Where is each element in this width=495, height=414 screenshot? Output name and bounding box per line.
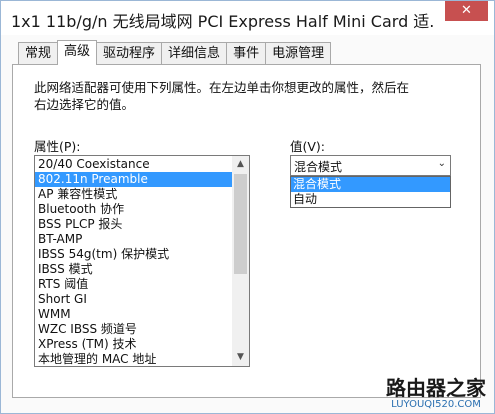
value-dropdown-list: 混合模式 自动 bbox=[290, 176, 451, 208]
property-listbox[interactable]: 20/40 Coexistance 802.11n Preamble AP 兼容性模… bbox=[34, 155, 250, 367]
scroll-thumb[interactable] bbox=[234, 174, 247, 274]
property-list: 20/40 Coexistance 802.11n Preamble AP 兼容性模… bbox=[35, 157, 233, 366]
property-list-item[interactable]: IBSS 模式 bbox=[35, 262, 233, 277]
title-bar[interactable]: 1x1 11b/g/n 无线局域网 PCI Express Half Mini … bbox=[1, 1, 494, 35]
description-text: 此网络适配器可使用下列属性。在左边单击你想更改的属性，然后在右边选择它的值。 bbox=[34, 80, 410, 112]
value-select-current: 混合模式 bbox=[294, 160, 343, 174]
property-list-item[interactable]: AP 兼容性模式 bbox=[35, 187, 233, 202]
property-list-item[interactable]: 20/40 Coexistance bbox=[35, 157, 233, 172]
value-option[interactable]: 混合模式 bbox=[291, 177, 450, 192]
value-option[interactable]: 自动 bbox=[291, 192, 450, 207]
property-list-item[interactable]: IBSS 54g(tm) 保护模式 bbox=[35, 247, 233, 262]
watermark-sub: LUYOUQI520.COM bbox=[391, 399, 481, 410]
tab-power-management[interactable]: 电源管理 bbox=[265, 42, 332, 65]
tab-general[interactable]: 常规 bbox=[18, 42, 59, 65]
scroll-up-icon[interactable]: ▲ bbox=[232, 156, 249, 173]
chevron-down-icon: ⌄ bbox=[437, 158, 446, 169]
property-list-item[interactable]: Bluetooth 协作 bbox=[35, 202, 233, 217]
tab-events[interactable]: 事件 bbox=[226, 42, 267, 65]
property-list-item[interactable]: RTS 阈值 bbox=[35, 277, 233, 292]
property-label: 属性(P): bbox=[34, 139, 81, 154]
property-list-item[interactable]: WMM bbox=[35, 307, 233, 322]
tab-advanced[interactable]: 高级 bbox=[57, 40, 98, 65]
property-list-item[interactable]: XPress (TM) 技术 bbox=[35, 337, 233, 352]
property-list-item[interactable]: WZC IBSS 频道号 bbox=[35, 322, 233, 337]
watermark-logo: 路由器之家 LUYOUQI520.COM bbox=[386, 377, 486, 411]
property-list-item[interactable]: BT-AMP bbox=[35, 232, 233, 247]
tab-details[interactable]: 详细信息 bbox=[161, 42, 228, 65]
value-label: 值(V): bbox=[290, 139, 326, 154]
watermark-main: 路由器之家 bbox=[386, 376, 486, 400]
properties-dialog: 1x1 11b/g/n 无线局域网 PCI Express Half Mini … bbox=[0, 0, 495, 414]
close-icon: ✕ bbox=[461, 3, 472, 18]
property-list-item[interactable]: Short GI bbox=[35, 292, 233, 307]
close-button[interactable]: ✕ bbox=[445, 1, 488, 21]
scroll-down-icon[interactable]: ▼ bbox=[232, 349, 249, 366]
property-list-item[interactable]: 本地管理的 MAC 地址 bbox=[35, 352, 233, 366]
property-scrollbar[interactable]: ▲ ▼ bbox=[232, 156, 249, 366]
value-select[interactable]: 混合模式 ⌄ bbox=[290, 155, 451, 176]
property-list-item[interactable]: 802.11n Preamble bbox=[35, 172, 233, 187]
advanced-panel: 此网络适配器可使用下列属性。在左边单击你想更改的属性，然后在右边选择它的值。 属… bbox=[12, 64, 481, 398]
tab-driver[interactable]: 驱动程序 bbox=[96, 42, 163, 65]
window-title: 1x1 11b/g/n 无线局域网 PCI Express Half Mini … bbox=[11, 12, 436, 31]
property-list-item[interactable]: BSS PLCP 报头 bbox=[35, 217, 233, 232]
tab-strip: 常规 高级 驱动程序 详细信息 事件 电源管理 bbox=[18, 40, 332, 65]
